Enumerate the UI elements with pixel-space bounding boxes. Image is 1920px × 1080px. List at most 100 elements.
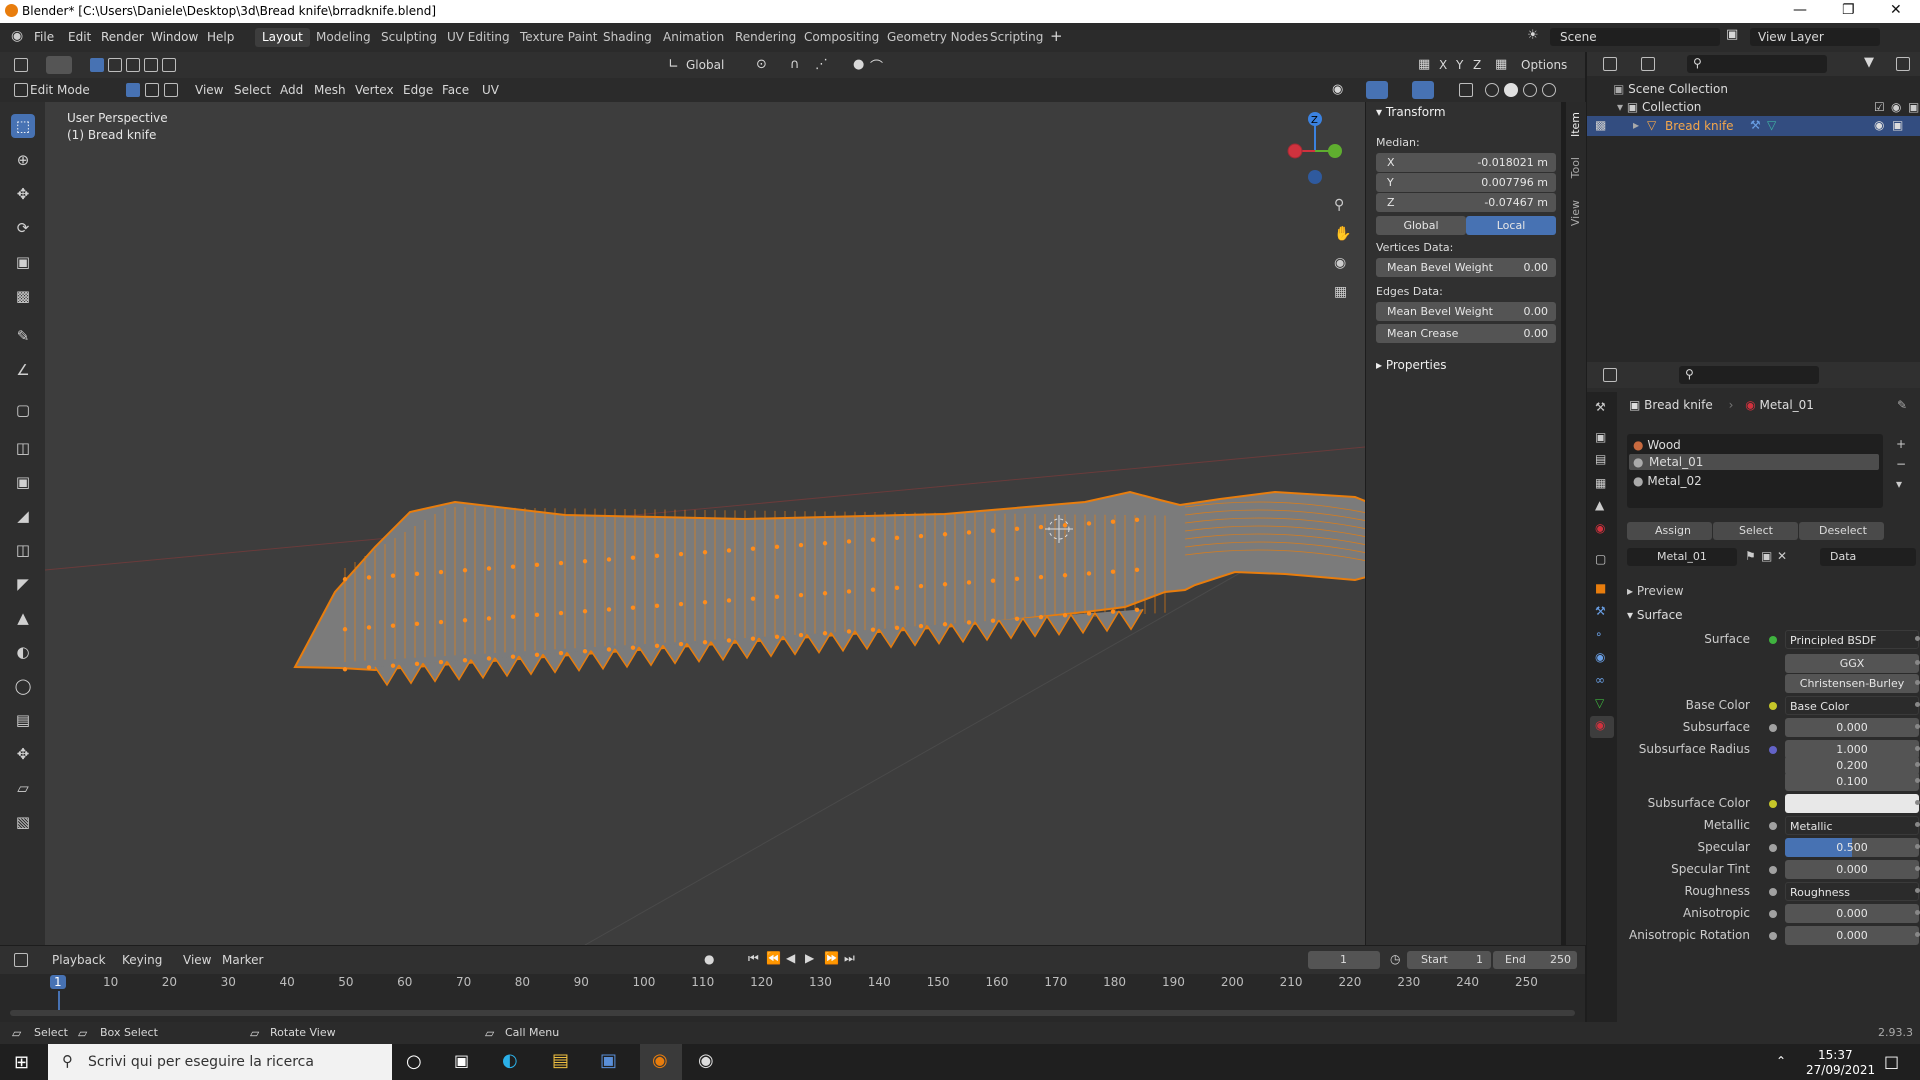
rendered-shading-icon[interactable] [1542, 83, 1556, 97]
keyframe-dot-icon[interactable] [1915, 746, 1920, 751]
navigation-gizmo[interactable]: Z [1275, 111, 1355, 191]
scene-tab-icon[interactable]: ▲ [1595, 498, 1604, 512]
mirror-y-toggle[interactable]: Y [1456, 58, 1463, 72]
workspace-tab-layout[interactable]: Layout [255, 28, 310, 47]
mesh-options-icon[interactable]: ▦ [1418, 57, 1430, 72]
filter-icon[interactable]: ▼ [1864, 55, 1874, 70]
properties-search-input[interactable]: ⚲ [1679, 366, 1819, 384]
slot-metal-02[interactable]: ● Metal_02 [1633, 474, 1702, 488]
tool-tab-icon[interactable]: ⚒ [1595, 400, 1606, 414]
select-mode-new-icon[interactable] [90, 58, 104, 72]
keyframe-dot-icon[interactable] [1915, 888, 1920, 893]
add-slot-icon[interactable]: + [1896, 437, 1906, 451]
assign-button[interactable]: Assign [1627, 522, 1712, 540]
tray-chevron-icon[interactable]: ⌃ [1776, 1054, 1786, 1068]
measure-tool-icon[interactable]: ∠ [11, 358, 35, 382]
surface-panel-header[interactable]: ▾ Surface [1627, 608, 1683, 622]
unlink-material-icon[interactable]: ✕ [1777, 549, 1787, 563]
overlay-toggle-icon[interactable] [1412, 81, 1434, 99]
camera-view-icon[interactable]: ◉ [1334, 255, 1346, 271]
file-explorer-icon[interactable]: ▤ [552, 1050, 569, 1071]
tab-tool[interactable]: Tool [1569, 157, 1582, 178]
pivot-point-icon[interactable]: ⊙ [756, 57, 767, 72]
view-layer-tab-icon[interactable]: ▦ [1595, 476, 1606, 490]
visibility-icon[interactable]: ◉ [1332, 82, 1343, 97]
keyframe-dot-icon[interactable] [1915, 866, 1920, 871]
local-toggle[interactable]: Local [1466, 216, 1556, 235]
extrude-tool-icon[interactable]: ◫ [11, 436, 35, 460]
transform-panel-header[interactable]: ▾ Transform [1376, 105, 1446, 119]
collection-eye-icon[interactable]: ◉ [1891, 100, 1901, 114]
menu-view[interactable]: View [195, 83, 223, 97]
auto-merge-icon[interactable]: ▦ [1495, 57, 1507, 72]
menu-uv[interactable]: UV [482, 83, 499, 97]
median-z-field[interactable]: Z -0.07467 m [1376, 193, 1556, 212]
keyframe-dot-icon[interactable] [1915, 822, 1920, 827]
socket-dot-icon[interactable] [1769, 844, 1777, 852]
surface-row-value[interactable]: 0.100 [1785, 772, 1919, 791]
keyframe-dot-icon[interactable] [1915, 680, 1920, 685]
edge-slide-tool-icon[interactable]: ▤ [11, 708, 35, 732]
collection-checkbox-icon[interactable]: ☑ [1874, 100, 1885, 114]
surface-row-value[interactable]: 0.000 [1785, 926, 1919, 945]
cursor-tool-icon[interactable]: ⊕ [11, 148, 35, 172]
surface-row-value[interactable]: 0.000 [1785, 860, 1919, 879]
median-x-field[interactable]: X -0.018021 m [1376, 153, 1556, 172]
display-mode-icon[interactable] [1641, 57, 1655, 71]
workspace-tab-animation[interactable]: Animation [656, 28, 731, 47]
global-toggle[interactable]: Global [1376, 216, 1466, 235]
scene-collection-row[interactable]: ▣ Scene Collection [1613, 82, 1728, 96]
keyframe-dot-icon[interactable] [1915, 778, 1920, 783]
material-name-field[interactable]: Metal_01 [1627, 548, 1737, 566]
vertex-mean-bevel-weight-field[interactable]: Mean Bevel Weight 0.00 [1376, 258, 1556, 277]
ortho-toggle-icon[interactable]: ▦ [1334, 284, 1347, 300]
keyframe-dot-icon[interactable] [1915, 660, 1920, 665]
properties-editor-type-icon[interactable] [1603, 368, 1617, 382]
workspace-tab-shading[interactable]: Shading [596, 28, 659, 47]
taskbar-search-box[interactable]: ⚲ Scrivi qui per eseguire la ricerca [48, 1044, 392, 1080]
timeline-scrollbar[interactable] [10, 1010, 1575, 1016]
socket-dot-icon[interactable] [1769, 822, 1777, 830]
menu-mesh[interactable]: Mesh [314, 83, 346, 97]
falloff-icon[interactable]: ⌒ [870, 56, 883, 75]
menu-help[interactable]: Help [207, 30, 234, 44]
surface-row-value[interactable] [1785, 794, 1919, 813]
socket-dot-icon[interactable] [1769, 910, 1777, 918]
fake-user-shield-icon[interactable]: ⚑ [1745, 549, 1756, 563]
clock-time[interactable]: 15:37 [1818, 1048, 1853, 1062]
face-select-mode-icon[interactable] [164, 83, 178, 97]
edge-mean-bevel-weight-field[interactable]: Mean Bevel Weight 0.00 [1376, 302, 1556, 321]
mirror-z-toggle[interactable]: Z [1473, 58, 1481, 72]
gimp-icon[interactable]: ◉ [698, 1050, 714, 1071]
clock-date[interactable]: 27/09/2021 [1806, 1063, 1875, 1077]
select-mode-invert-icon[interactable] [144, 58, 158, 72]
keyframe-dot-icon[interactable] [1915, 702, 1920, 707]
keyframe-dot-icon[interactable] [1915, 800, 1920, 805]
workspace-tab-geometry-nodes[interactable]: Geometry Nodes [880, 28, 995, 47]
transform-orientation-dropdown[interactable]: Global [686, 58, 724, 72]
scale-tool-icon[interactable]: ▣ [11, 250, 35, 274]
remove-slot-icon[interactable]: − [1896, 457, 1906, 471]
slot-specials-icon[interactable]: ▾ [1896, 477, 1902, 491]
menu-vertex[interactable]: Vertex [355, 83, 394, 97]
menu-edit[interactable]: Edit [68, 30, 91, 44]
edit-mode-dropdown[interactable]: Edit Mode [30, 83, 90, 97]
windows-start-icon[interactable]: ⊞ [14, 1052, 29, 1073]
select-tool-button[interactable] [46, 56, 72, 74]
outliner-editor-type-icon[interactable] [1603, 57, 1617, 71]
poly-build-tool-icon[interactable]: ▲ [11, 606, 35, 630]
add-workspace-icon[interactable]: + [1050, 27, 1063, 45]
mean-crease-field[interactable]: Mean Crease 0.00 [1376, 324, 1556, 343]
close-icon[interactable]: ✕ [1890, 2, 1902, 18]
shear-tool-icon[interactable]: ▱ [11, 776, 35, 800]
surface-row-value[interactable]: Metallic [1785, 816, 1919, 835]
snap-target-icon[interactable]: ⋰ [815, 57, 828, 72]
surface-row-value[interactable]: GGX [1785, 654, 1919, 673]
frame-ruler[interactable]: 1 10 20 30 40 50 60 70 80 90 100 110 120 130 140 150 160… [0, 936, 1585, 1011]
select-mode-intersect-icon[interactable] [162, 58, 176, 72]
workspace-tab-compositing[interactable]: Compositing [797, 28, 886, 47]
view-layer-icon[interactable]: ▣ [1726, 27, 1738, 42]
add-cube-tool-icon[interactable]: ▢ [11, 398, 35, 422]
scene-icon[interactable]: ☀ [1527, 28, 1539, 43]
app-icon[interactable]: ▣ [600, 1050, 617, 1071]
